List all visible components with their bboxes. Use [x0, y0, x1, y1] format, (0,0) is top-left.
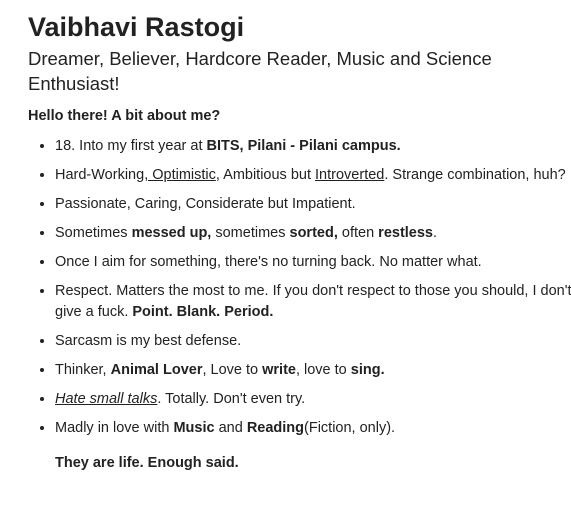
list-item-passionate: Passionate, Caring, Considerate but Impa… [55, 194, 571, 215]
fact-text: Passionate, Caring, Considerate but Impa… [55, 196, 356, 212]
fact-text: Thinker, [55, 362, 111, 378]
fact-bold: sing. [350, 362, 385, 378]
list-item-age: 18. Into my first year at BITS, Pilani -… [55, 136, 571, 157]
fact-text: , love to [295, 362, 351, 378]
list-item-moods: Sometimes messed up, sometimes sorted, o… [55, 223, 571, 244]
list-item-sarcasm: Sarcasm is my best defense. [55, 331, 571, 352]
fact-bold: Music [173, 420, 215, 436]
fact-text: sometimes [211, 225, 290, 241]
profile-page: Vaibhavi Rastogi Dreamer, Believer, Hard… [0, 0, 571, 531]
fact-bold: write [262, 362, 296, 378]
fact-text: Once I aim for something, there's no tur… [55, 254, 482, 270]
fact-bold: Animal Lover [110, 362, 203, 378]
fact-bold: BITS, Pilani - Pilani campus. [206, 138, 401, 154]
closing-line: They are life. Enough said. [55, 455, 239, 471]
fact-text: , Ambitious but [215, 167, 316, 183]
list-item-music-reading: Madly in love with Music and Reading(Fic… [55, 418, 571, 439]
fact-text: Sarcasm is my best defense. [55, 333, 242, 349]
fact-text: often [337, 225, 379, 241]
profile-name: Vaibhavi Rastogi [28, 12, 245, 42]
list-item-aim: Once I aim for something, there's no tur… [55, 252, 571, 273]
fact-text: Madly in love with [55, 420, 174, 436]
fact-text: 18. Into my first year at [55, 138, 207, 154]
fact-bold: Point. Blank. Period. [132, 304, 274, 320]
fact-bold: messed up, [131, 225, 212, 241]
fact-text: Sometimes [55, 225, 132, 241]
fact-text: . Strange combination, huh? [384, 167, 566, 183]
fact-text: and [214, 420, 247, 436]
fact-underline-italic: Hate small talks [55, 391, 158, 407]
fact-text: , Love to [202, 362, 263, 378]
intro-heading: Hello there! A bit about me? [28, 108, 221, 124]
list-item-respect: Respect. Matters the most to me. If you … [55, 281, 571, 323]
list-item-small-talks: Hate small talks. Totally. Don't even tr… [55, 389, 571, 410]
about-me-list: 18. Into my first year at BITS, Pilani -… [28, 136, 571, 439]
fact-text: (Fiction, only). [304, 420, 396, 436]
fact-bold: sorted, [289, 225, 338, 241]
fact-text: . Totally. Don't even try. [157, 391, 306, 407]
fact-bold: Reading [246, 420, 305, 436]
list-item-thinker: Thinker, Animal Lover, Love to write, lo… [55, 360, 571, 381]
fact-underline: Introverted [315, 167, 385, 183]
profile-tagline: Dreamer, Believer, Hardcore Reader, Musi… [28, 48, 492, 94]
list-item-traits: Hard-Working, Optimistic, Ambitious but … [55, 165, 571, 186]
fact-text: . [433, 225, 438, 241]
fact-underline: , Optimistic [144, 167, 216, 183]
fact-text: Hard-Working [55, 167, 145, 183]
fact-bold: restless [378, 225, 433, 241]
